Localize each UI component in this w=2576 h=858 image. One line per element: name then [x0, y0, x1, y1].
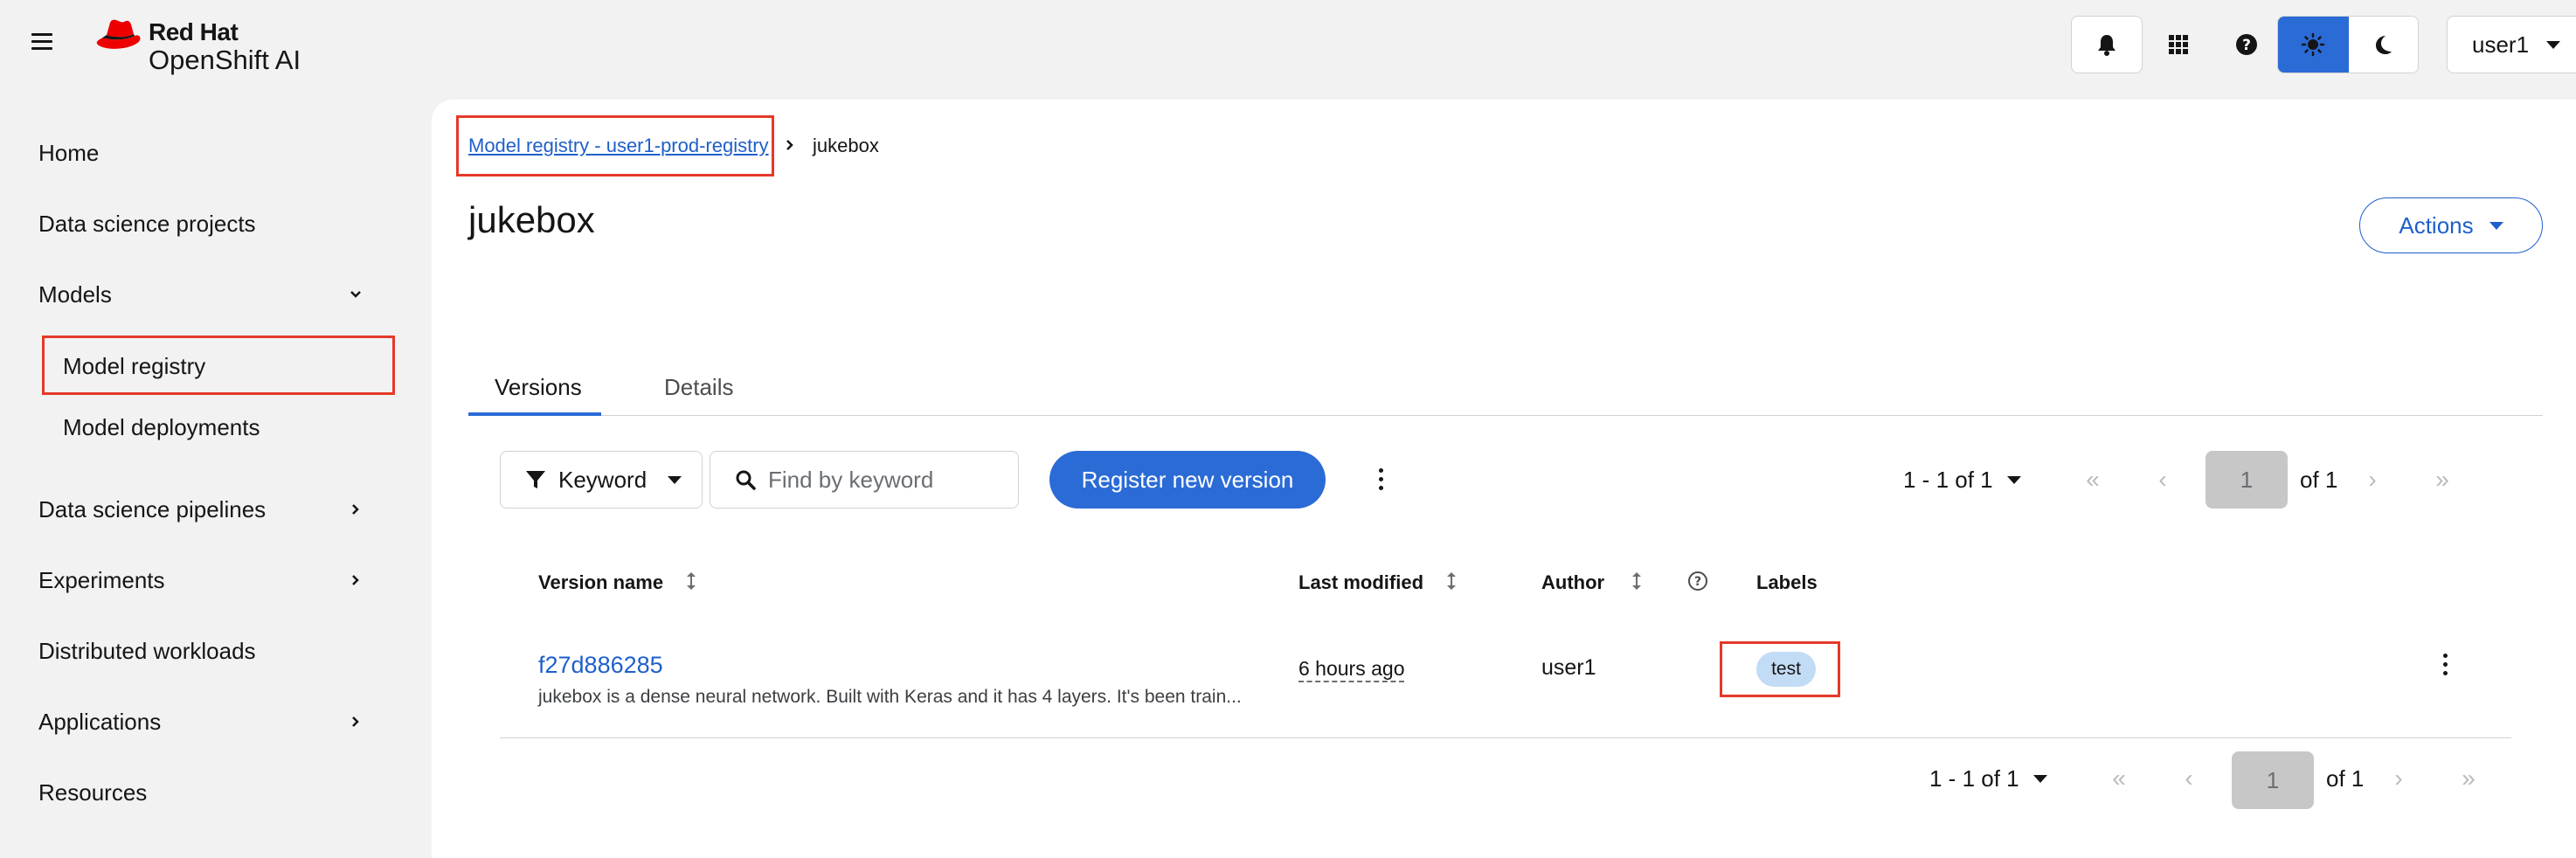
- brand-name: Red Hat: [149, 18, 239, 45]
- caret-down-icon: [2546, 40, 2561, 49]
- label-chip[interactable]: test: [1756, 652, 1816, 687]
- active-tab-indicator: [468, 412, 601, 416]
- search-icon: [736, 470, 756, 490]
- page-title: jukebox: [468, 199, 595, 240]
- breadcrumb-current: jukebox: [813, 135, 879, 156]
- sun-icon: [2302, 32, 2325, 57]
- current-page-input-bottom[interactable]: 1: [2232, 751, 2314, 809]
- chevron-down-icon[interactable]: [350, 288, 362, 301]
- sidebar-item-applications[interactable]: Applications: [38, 709, 161, 736]
- breadcrumb-registry-link[interactable]: Model registry - user1-prod-registry: [468, 135, 769, 157]
- version-author: user1: [1541, 655, 1596, 680]
- help-button[interactable]: ?: [2211, 16, 2282, 73]
- chevron-right-icon: [786, 140, 793, 150]
- masthead: Red Hat OpenShift AI ? user1: [0, 0, 2576, 89]
- dark-theme-button[interactable]: [2348, 17, 2418, 73]
- help-icon: ?: [2236, 34, 2257, 55]
- light-theme-button[interactable]: [2278, 17, 2349, 73]
- previous-page-icon[interactable]: ‹: [2176, 765, 2202, 792]
- column-header-last-modified[interactable]: Last modified: [1298, 571, 1423, 594]
- pagination-per-page-toggle[interactable]: 1 - 1 of 1: [1903, 467, 2021, 494]
- sidebar-item-data-science-pipelines[interactable]: Data science pipelines: [38, 496, 266, 523]
- page-total-bottom: of 1: [2326, 765, 2365, 792]
- sort-icon[interactable]: [1445, 571, 1458, 591]
- filter-type-dropdown[interactable]: Keyword: [500, 451, 703, 509]
- moon-icon: [2376, 36, 2392, 54]
- chevron-right-icon[interactable]: [350, 716, 362, 728]
- last-page-icon[interactable]: »: [2429, 466, 2455, 493]
- version-description: jukebox is a dense neural network. Built…: [538, 687, 1242, 707]
- svg-text:?: ?: [1694, 575, 1701, 589]
- next-page-icon[interactable]: ›: [2359, 466, 2386, 493]
- red-hat-logo-icon: [96, 19, 141, 49]
- last-modified-timestamp[interactable]: 6 hours ago: [1298, 657, 1405, 682]
- app-grid-icon: [2169, 35, 2188, 54]
- sidebar-item-experiments[interactable]: Experiments: [38, 567, 165, 594]
- caret-down-icon: [2489, 221, 2503, 230]
- column-header-author[interactable]: Author: [1541, 571, 1604, 594]
- tab-details[interactable]: Details: [664, 374, 733, 401]
- first-page-icon[interactable]: «: [2080, 466, 2106, 493]
- row-kebab-menu-icon[interactable]: [2441, 654, 2448, 678]
- user-menu-toggle[interactable]: user1: [2447, 16, 2576, 73]
- actions-label: Actions: [2399, 211, 2474, 239]
- next-page-icon[interactable]: ›: [2386, 765, 2412, 792]
- theme-toggle: [2277, 16, 2419, 73]
- first-page-icon[interactable]: «: [2106, 765, 2132, 792]
- brand-product: OpenShift AI: [149, 45, 301, 75]
- sidebar-item-models[interactable]: Models: [38, 281, 112, 308]
- last-page-icon[interactable]: »: [2455, 765, 2482, 792]
- actions-dropdown-button[interactable]: Actions: [2359, 197, 2543, 253]
- app-launcher-button[interactable]: [2143, 16, 2214, 73]
- column-header-labels: Labels: [1756, 571, 1818, 593]
- tab-versions[interactable]: Versions: [495, 374, 582, 401]
- sidebar-item-model-deployments[interactable]: Model deployments: [63, 414, 260, 441]
- filter-type-label: Keyword: [558, 466, 647, 493]
- sidebar-item-home[interactable]: Home: [38, 140, 99, 167]
- search-input[interactable]: [768, 466, 1013, 494]
- user-name: user1: [2472, 31, 2530, 58]
- caret-down-icon: [2032, 775, 2047, 783]
- sort-icon[interactable]: [685, 571, 697, 591]
- sidebar-item-data-science-projects[interactable]: Data science projects: [38, 211, 256, 238]
- chevron-right-icon[interactable]: [350, 503, 362, 515]
- sidebar-item-distributed-workloads[interactable]: Distributed workloads: [38, 638, 256, 665]
- main-content: Model registry - user1-prod-registry juk…: [432, 100, 2576, 858]
- column-header-version-name[interactable]: Version name: [538, 571, 663, 594]
- register-new-version-button[interactable]: Register new version: [1049, 451, 1326, 509]
- page-total: of 1: [2300, 467, 2338, 493]
- filter-icon: [526, 471, 545, 488]
- notifications-button[interactable]: [2071, 16, 2143, 73]
- current-page-input[interactable]: 1: [2206, 451, 2288, 509]
- caret-down-icon: [668, 475, 682, 484]
- sidebar-nav: Home Data science projects Models Model …: [0, 89, 432, 858]
- hamburger-menu-icon[interactable]: [31, 33, 52, 54]
- search-field: [710, 451, 1019, 509]
- version-name-link[interactable]: f27d886285: [538, 652, 663, 679]
- toolbar-kebab-menu-icon[interactable]: [1377, 468, 1384, 493]
- chevron-right-icon[interactable]: [350, 574, 362, 586]
- bell-icon: [2098, 35, 2116, 56]
- svg-text:?: ?: [2242, 37, 2251, 54]
- pagination-range-bottom: 1 - 1 of 1: [1929, 765, 2019, 792]
- previous-page-icon[interactable]: ‹: [2150, 466, 2176, 493]
- pagination-range: 1 - 1 of 1: [1903, 467, 1993, 493]
- caret-down-icon: [2006, 476, 2021, 484]
- sidebar-item-resources[interactable]: Resources: [38, 779, 147, 806]
- row-divider: [500, 737, 2511, 738]
- tabs: Versions Details: [468, 362, 2543, 416]
- pagination-per-page-toggle-bottom[interactable]: 1 - 1 of 1: [1929, 765, 2047, 792]
- sidebar-item-model-registry[interactable]: Model registry: [63, 353, 205, 380]
- sort-icon[interactable]: [1631, 571, 1643, 591]
- help-icon[interactable]: ?: [1686, 570, 1709, 592]
